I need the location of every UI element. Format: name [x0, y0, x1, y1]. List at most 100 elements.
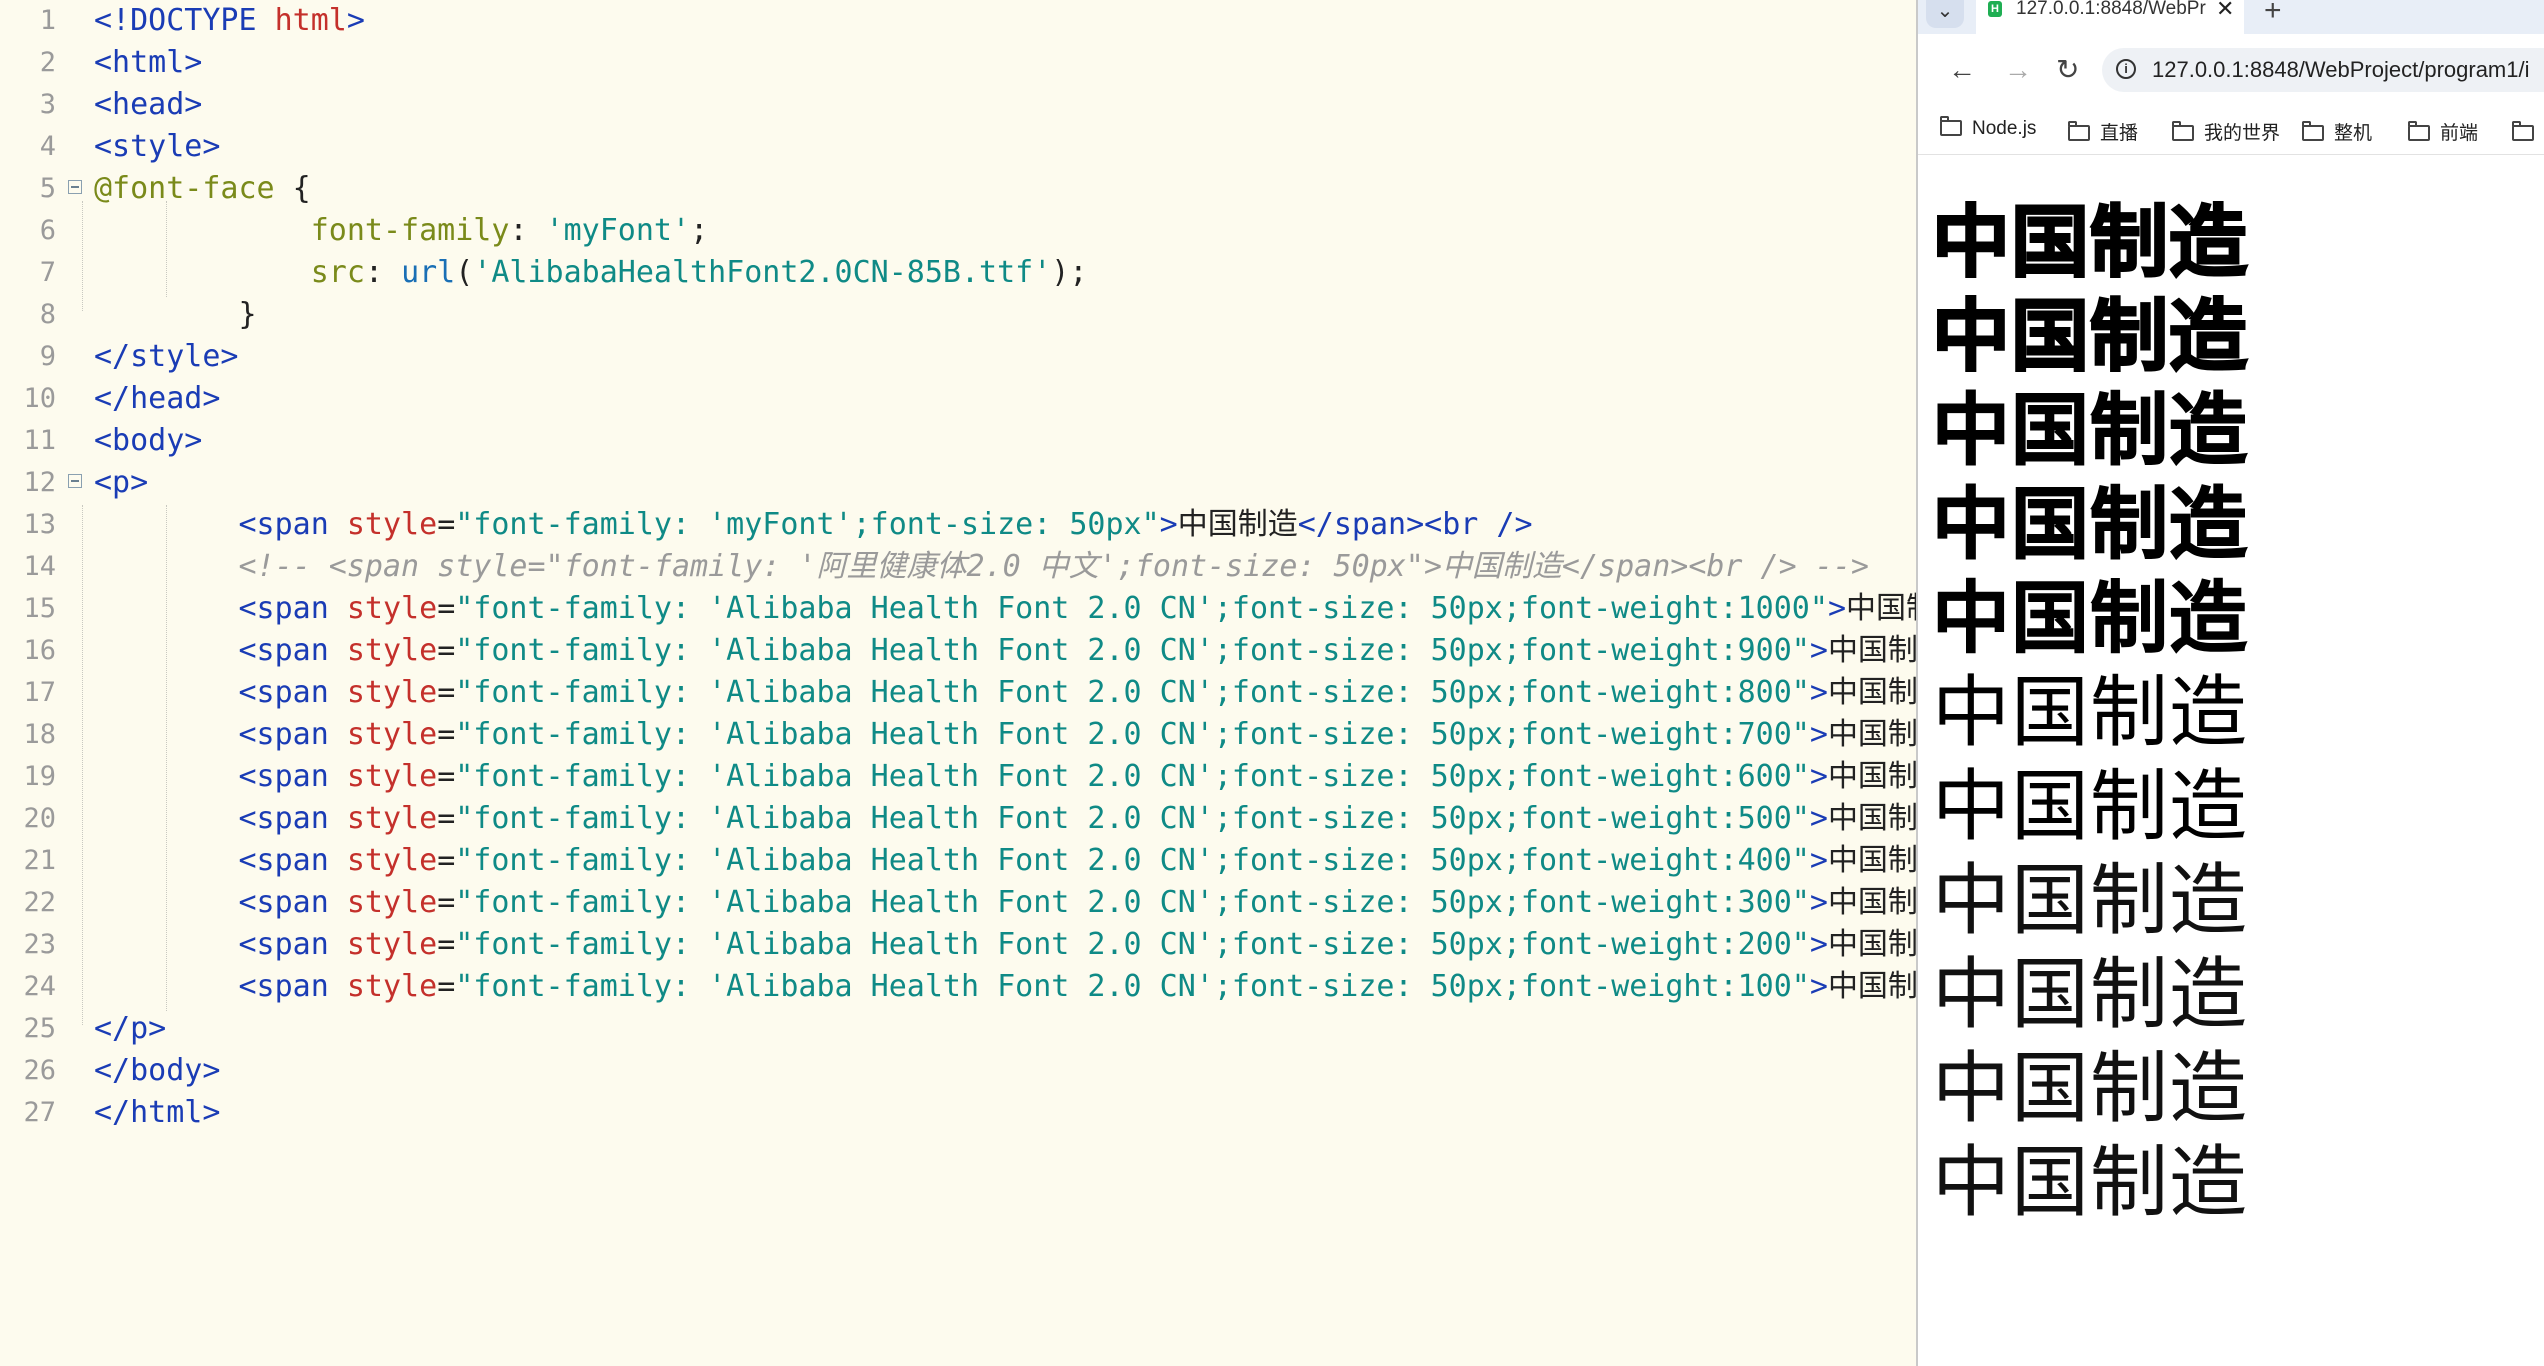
- code-line[interactable]: 17 <span style="font-family: 'Alibaba He…: [0, 672, 1916, 714]
- code-token: =: [437, 927, 456, 962]
- fold-toggle-icon[interactable]: [68, 180, 82, 194]
- code-token: style: [346, 969, 438, 1004]
- fold-toggle-icon[interactable]: [68, 474, 82, 488]
- code-text: }: [94, 294, 257, 336]
- code-token: url: [401, 255, 456, 290]
- browser-tab[interactable]: H 127.0.0.1:8848/WebProject/p ✕: [1976, 0, 2244, 34]
- code-line[interactable]: 21 <span style="font-family: 'Alibaba He…: [0, 840, 1916, 882]
- page-viewport: 中国制造 中国制造 中国制造 中国制造 中国制造 中国制造 中国制造 中国制造 中国制造 中国制造…: [1918, 156, 2544, 1366]
- code-token: <span: [238, 969, 347, 1004]
- bookmark-label: 我的世界: [2204, 123, 2281, 144]
- code-text: </html>: [94, 1092, 220, 1134]
- code-line[interactable]: 7 src: url('AlibabaHealthFont2.0CN-85B.t…: [0, 252, 1916, 294]
- rendered-text-sample: 中国制造: [1931, 197, 2249, 290]
- code-line[interactable]: 16 <span style="font-family: 'Alibaba He…: [0, 630, 1916, 672]
- bookmark-item[interactable]: 前端: [2408, 118, 2478, 144]
- url-text[interactable]: 127.0.0.1:8848/WebProject/program1/i: [2152, 57, 2530, 83]
- line-number: 7: [39, 257, 56, 288]
- code-token: >: [1809, 717, 1828, 752]
- code-line[interactable]: 26 </body>: [0, 1050, 1916, 1092]
- code-text: font-family: 'myFont';: [94, 210, 708, 252]
- bookmark-item[interactable]: 直播: [2068, 118, 2139, 144]
- code-token: style: [346, 507, 438, 542]
- code-line[interactable]: 2 <html>: [0, 42, 1916, 84]
- code-token: <span: [238, 675, 347, 710]
- code-token: 中国制造: [1827, 759, 1916, 794]
- rendered-text-sample: 中国制造: [1932, 1138, 2249, 1228]
- code-line[interactable]: 3 <head>: [0, 84, 1916, 126]
- code-token: src: [310, 255, 365, 290]
- line-number: 5: [39, 173, 56, 204]
- new-tab-icon[interactable]: +: [2264, 0, 2282, 28]
- line-number: 6: [39, 215, 56, 246]
- code-text: <span style="font-family: 'Alibaba Healt…: [94, 798, 1917, 840]
- code-line[interactable]: 25 </p>: [0, 1008, 1916, 1050]
- code-text: @font-face {: [94, 168, 311, 210]
- code-line[interactable]: 13 <span style="font-family: 'myFont';fo…: [0, 504, 1916, 546]
- site-info-icon[interactable]: i: [2116, 59, 2136, 79]
- code-line[interactable]: 14 <!-- <span style="font-family: '阿里健康体…: [0, 546, 1916, 588]
- code-line[interactable]: 6 font-family: 'myFont';: [0, 210, 1916, 252]
- code-line[interactable]: 20 <span style="font-family: 'Alibaba He…: [0, 798, 1916, 840]
- code-token: =: [437, 801, 456, 836]
- code-line[interactable]: 12 <p>: [0, 462, 1916, 504]
- code-line[interactable]: 22 <span style="font-family: 'Alibaba He…: [0, 882, 1916, 924]
- code-token: =: [437, 675, 456, 710]
- bookmark-item[interactable]: 我的世界: [2172, 118, 2281, 144]
- code-token: {: [274, 171, 311, 206]
- line-number: 20: [23, 803, 56, 834]
- code-line[interactable]: 19 <span style="font-family: 'Alibaba He…: [0, 756, 1916, 798]
- code-token: 中国制造: [1827, 801, 1916, 836]
- forward-icon[interactable]: →: [2004, 54, 2032, 86]
- code-token: 中国制造: [1827, 675, 1916, 710]
- line-number: 2: [39, 47, 56, 78]
- rendered-text-sample: 中国制造: [1931, 291, 2249, 384]
- bookmark-item[interactable]: 整机: [2302, 118, 2372, 144]
- code-text: <span style="font-family: 'Alibaba Healt…: [94, 588, 1917, 630]
- code-line[interactable]: 15 <span style="font-family: 'Alibaba He…: [0, 588, 1916, 630]
- code-editor[interactable]: 1 <!DOCTYPE html> 2 <html> 3 <head> 4 <style> 5 @…: [0, 0, 1916, 1366]
- tab-search-dropdown-icon[interactable]: ⌄: [1926, 0, 1964, 28]
- tab-close-icon[interactable]: ✕: [2216, 0, 2234, 22]
- code-line[interactable]: 11 <body>: [0, 420, 1916, 462]
- back-icon[interactable]: ←: [1948, 54, 1976, 86]
- code-line[interactable]: 1 <!DOCTYPE html>: [0, 0, 1916, 42]
- bookmark-label: 直播: [2100, 123, 2139, 144]
- code-token: =: [437, 633, 456, 668]
- code-line[interactable]: 27 </html>: [0, 1092, 1916, 1134]
- code-line[interactable]: 24 <span style="font-family: 'Alibaba He…: [0, 966, 1916, 1008]
- line-number: 25: [23, 1013, 56, 1044]
- code-token: html: [274, 3, 347, 38]
- code-token: }: [94, 297, 257, 332]
- line-number: 17: [23, 677, 56, 708]
- folder-icon: [2068, 121, 2090, 141]
- code-line[interactable]: 8 }: [0, 294, 1916, 336]
- code-line[interactable]: 5 @font-face {: [0, 168, 1916, 210]
- code-token: <span: [238, 717, 347, 752]
- code-line[interactable]: 10 </head>: [0, 378, 1916, 420]
- folder-icon: [2512, 121, 2534, 141]
- code-text: src: url('AlibabaHealthFont2.0CN-85B.ttf…: [94, 252, 1088, 294]
- bookmark-item[interactable]: 资: [2512, 118, 2544, 142]
- code-token: style: [346, 633, 438, 668]
- rendered-text-sample: 中国制造: [1931, 479, 2249, 571]
- line-number: 27: [23, 1097, 56, 1128]
- address-bar[interactable]: i 127.0.0.1:8848/WebProject/program1/i: [2102, 48, 2544, 92]
- reload-icon[interactable]: ↻: [2056, 54, 2079, 86]
- code-line[interactable]: 18 <span style="font-family: 'Alibaba He…: [0, 714, 1916, 756]
- code-line[interactable]: 4 <style>: [0, 126, 1916, 168]
- code-line[interactable]: 9 </style>: [0, 336, 1916, 378]
- code-token: >: [1159, 507, 1178, 542]
- rendered-text-sample: 中国制造: [1932, 762, 2249, 852]
- code-token: "font-family: 'Alibaba Health Font 2.0 C…: [455, 759, 1810, 794]
- code-token: <span: [238, 927, 347, 962]
- rendered-text-sample: 中国制造: [1932, 856, 2249, 946]
- code-token: (: [455, 255, 474, 290]
- line-number: 14: [23, 551, 56, 582]
- code-line[interactable]: 23 <span style="font-family: 'Alibaba He…: [0, 924, 1916, 966]
- bookmark-item[interactable]: Node.js: [1940, 116, 2036, 142]
